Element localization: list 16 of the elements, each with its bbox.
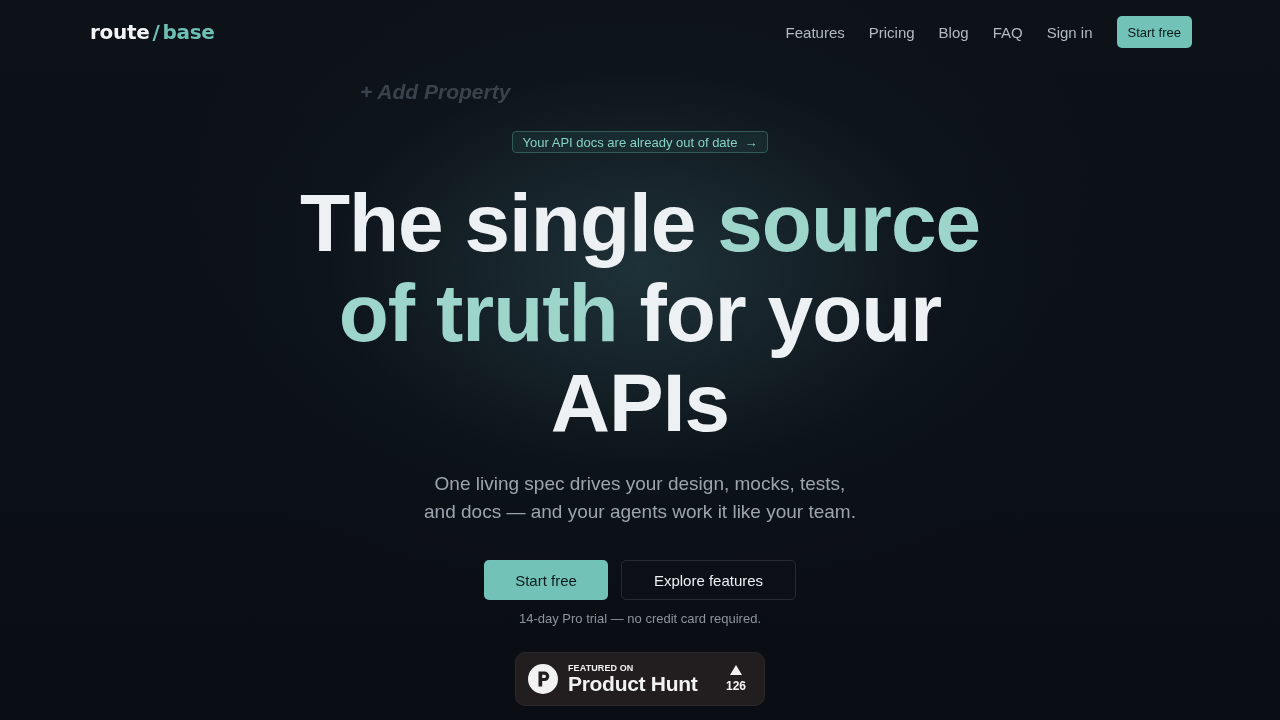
logo[interactable]: route/base [90,20,215,44]
headline: The single source of truth for your APIs [299,178,981,448]
product-hunt-badge[interactable]: FEATURED ON Product Hunt 126 [515,652,765,706]
announcement-link[interactable]: Your API docs are already out of date → [511,131,769,153]
nav-link[interactable]: FAQ [992,23,1023,41]
upvote-triangle-icon [730,665,742,675]
product-hunt-logo-icon [528,664,558,694]
nav-link[interactable]: Features [785,23,845,41]
subtitle: One living spec drives your design, mocks, tests, and docs — and your agents work it like your team. [423,472,857,524]
trial-note: 14-day Pro trial — no credit card required. [518,611,762,627]
nav-link[interactable]: Blog [938,23,969,41]
nav-link[interactable]: Pricing [868,23,915,41]
nav-link[interactable]: Sign in [1046,23,1093,41]
start-free-button[interactable]: Start free [1116,16,1192,48]
start-free-button[interactable]: Start free [484,560,608,600]
explore-features-button[interactable]: Explore features [621,560,796,600]
